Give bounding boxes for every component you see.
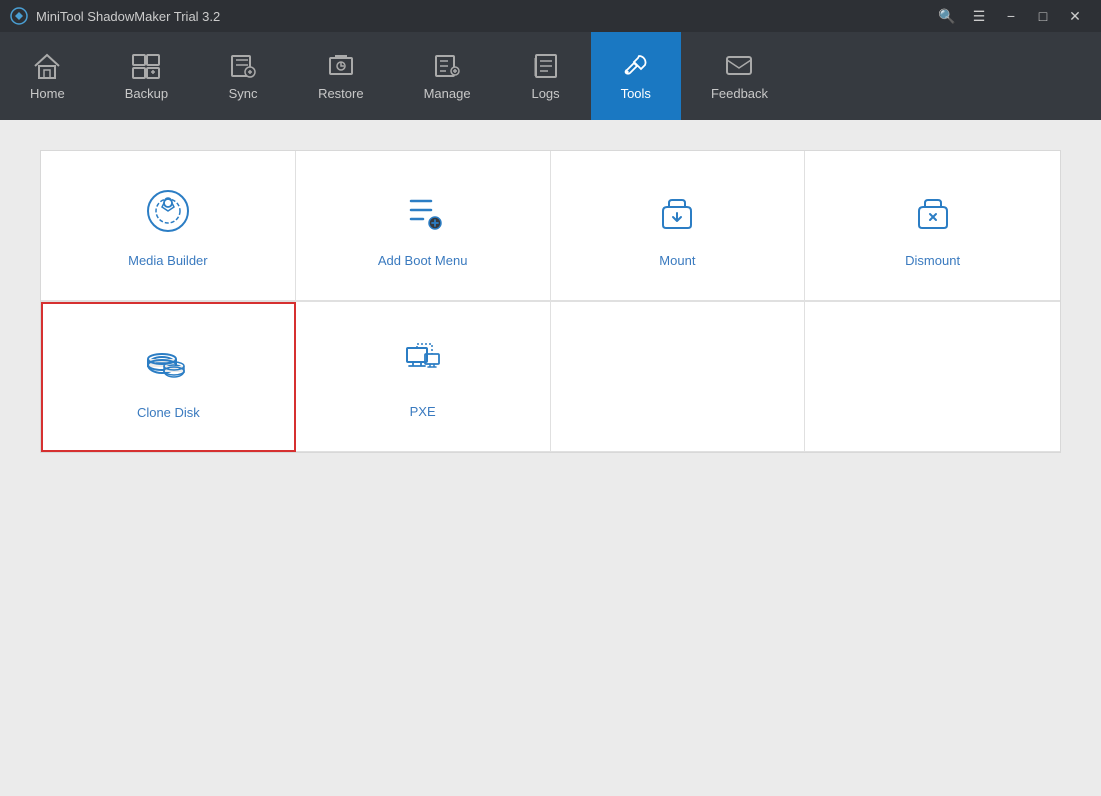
manage-icon bbox=[432, 52, 462, 80]
nav-restore-label: Restore bbox=[318, 86, 364, 101]
tool-empty-1 bbox=[551, 302, 806, 452]
nav-backup-label: Backup bbox=[125, 86, 168, 101]
app-logo-icon bbox=[10, 7, 28, 25]
tools-row-1: Media Builder Add Boot Menu bbox=[41, 151, 1060, 302]
titlebar: MiniTool ShadowMaker Trial 3.2 🔍 ☰ − □ ✕ bbox=[0, 0, 1101, 32]
nav-feedback-label: Feedback bbox=[711, 86, 768, 101]
nav-home-label: Home bbox=[30, 86, 65, 101]
nav-item-home[interactable]: Home bbox=[0, 32, 95, 120]
dismount-label: Dismount bbox=[905, 253, 960, 268]
home-icon bbox=[32, 52, 62, 80]
nav-tools-label: Tools bbox=[621, 86, 651, 101]
close-button[interactable]: ✕ bbox=[1059, 0, 1091, 32]
dismount-icon bbox=[905, 183, 961, 239]
nav-item-restore[interactable]: Restore bbox=[288, 32, 394, 120]
nav-sync-label: Sync bbox=[229, 86, 258, 101]
add-boot-menu-label: Add Boot Menu bbox=[378, 253, 468, 268]
nav-item-tools[interactable]: Tools bbox=[591, 32, 681, 120]
minimize-button[interactable]: − bbox=[995, 0, 1027, 32]
nav-manage-label: Manage bbox=[424, 86, 471, 101]
tool-pxe[interactable]: PXE bbox=[296, 302, 551, 452]
mount-label: Mount bbox=[659, 253, 695, 268]
nav-logs-label: Logs bbox=[531, 86, 559, 101]
main-content: Media Builder Add Boot Menu bbox=[0, 120, 1101, 796]
media-builder-icon bbox=[140, 183, 196, 239]
navbar: Home Backup Sync bbox=[0, 32, 1101, 120]
logs-icon bbox=[531, 52, 561, 80]
pxe-label: PXE bbox=[410, 404, 436, 419]
nav-item-feedback[interactable]: Feedback bbox=[681, 32, 798, 120]
pxe-icon bbox=[395, 334, 451, 390]
tool-clone-disk[interactable]: Clone Disk bbox=[41, 302, 296, 452]
tool-media-builder[interactable]: Media Builder bbox=[41, 151, 296, 301]
nav-item-sync[interactable]: Sync bbox=[198, 32, 288, 120]
restore-icon bbox=[326, 52, 356, 80]
tools-row-2: Clone Disk PXE bbox=[41, 302, 1060, 452]
search-button[interactable]: 🔍 bbox=[931, 0, 963, 32]
app-title: MiniTool ShadowMaker Trial 3.2 bbox=[36, 9, 931, 24]
sync-icon bbox=[228, 52, 258, 80]
tools-icon bbox=[621, 52, 651, 80]
mount-icon bbox=[649, 183, 705, 239]
clone-disk-icon bbox=[140, 335, 196, 391]
backup-icon bbox=[131, 52, 161, 80]
tool-dismount[interactable]: Dismount bbox=[805, 151, 1060, 301]
nav-item-manage[interactable]: Manage bbox=[394, 32, 501, 120]
tools-grid-container: Media Builder Add Boot Menu bbox=[40, 150, 1061, 453]
feedback-icon bbox=[724, 52, 754, 80]
menu-button[interactable]: ☰ bbox=[963, 0, 995, 32]
tool-add-boot-menu[interactable]: Add Boot Menu bbox=[296, 151, 551, 301]
tool-empty-2 bbox=[805, 302, 1060, 452]
maximize-button[interactable]: □ bbox=[1027, 0, 1059, 32]
add-boot-menu-icon bbox=[395, 183, 451, 239]
clone-disk-label: Clone Disk bbox=[137, 405, 200, 420]
media-builder-label: Media Builder bbox=[128, 253, 208, 268]
nav-item-backup[interactable]: Backup bbox=[95, 32, 198, 120]
window-controls: 🔍 ☰ − □ ✕ bbox=[931, 0, 1091, 32]
tool-mount[interactable]: Mount bbox=[551, 151, 806, 301]
nav-item-logs[interactable]: Logs bbox=[501, 32, 591, 120]
